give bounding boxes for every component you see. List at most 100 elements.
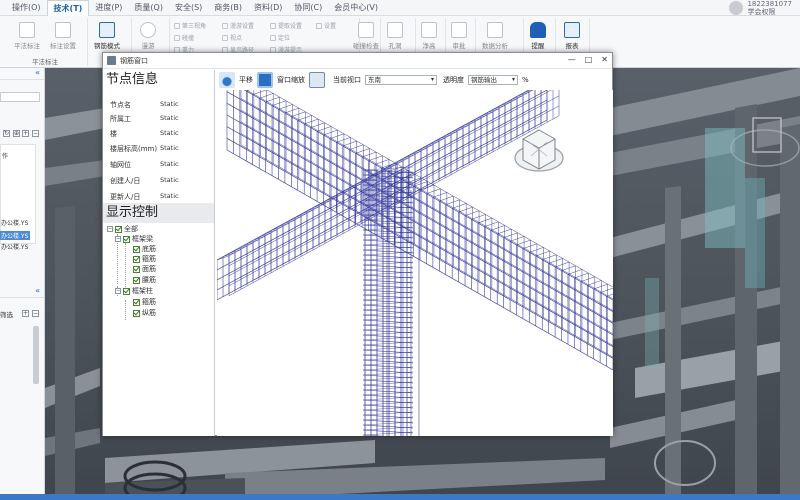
tree-node-column-stirrup[interactable]: 箍筋 bbox=[133, 297, 156, 307]
clear-height-button[interactable]: 净高 bbox=[421, 22, 437, 50]
checkbox[interactable] bbox=[133, 265, 140, 273]
refresh-icon[interactable]: ↻ bbox=[3, 130, 10, 137]
approve-icon bbox=[451, 22, 467, 38]
rebar-mode-button[interactable]: 钢筋模式 bbox=[94, 22, 120, 50]
screen-icon[interactable] bbox=[309, 72, 325, 88]
rebar-model bbox=[217, 90, 613, 436]
tree-row[interactable]: 作 bbox=[1, 151, 31, 160]
checkbox[interactable] bbox=[133, 298, 140, 306]
third-view-select[interactable]: 第三视角 bbox=[174, 21, 206, 30]
opacity-select[interactable]: 钢筋输出 bbox=[468, 75, 518, 85]
checkbox[interactable] bbox=[115, 225, 122, 233]
info-row: 楼 Static bbox=[110, 129, 179, 138]
hole-button[interactable]: 孔洞 bbox=[387, 22, 403, 50]
reminder-button[interactable]: 提醒 bbox=[530, 22, 546, 50]
menu-collaboration[interactable]: 协同(C) bbox=[288, 0, 328, 16]
viewpoint[interactable]: 视点 bbox=[222, 33, 242, 42]
zoom-label[interactable]: 窗口缩放 bbox=[277, 75, 305, 85]
collapse-icon[interactable]: « bbox=[35, 286, 40, 295]
roam-button[interactable]: 漫游 bbox=[140, 22, 156, 50]
eye-icon bbox=[222, 34, 228, 41]
rebar-scene[interactable] bbox=[217, 90, 613, 436]
scrollbar[interactable] bbox=[33, 326, 39, 384]
checkbox[interactable] bbox=[133, 309, 140, 317]
tree-row[interactable]: 办公楼.YS bbox=[0, 218, 30, 227]
project-tree: 作 bbox=[0, 144, 36, 244]
settings[interactable]: 设置 bbox=[316, 21, 336, 30]
tree-row[interactable]: 办公楼.YS bbox=[0, 242, 30, 251]
menu-documents[interactable]: 资料(D) bbox=[248, 0, 288, 16]
remove-icon[interactable]: − bbox=[32, 310, 39, 317]
collapse-icon[interactable]: « bbox=[35, 68, 40, 77]
filter-label: 筛选 bbox=[0, 311, 13, 319]
menu-bar: 操作(O) 技术(T) 进度(P) 质量(Q) 安全(S) 商务(B) 资料(D… bbox=[0, 0, 800, 16]
group-label: 平法标注 bbox=[32, 58, 58, 66]
close-button[interactable]: ✕ bbox=[601, 55, 608, 64]
add-icon[interactable]: + bbox=[22, 310, 29, 317]
checkbox[interactable] bbox=[133, 245, 140, 253]
tree-node-stirrup[interactable]: 箍筋 bbox=[133, 254, 156, 264]
project-select[interactable] bbox=[0, 92, 40, 102]
menu-business[interactable]: 商务(B) bbox=[208, 0, 248, 16]
minimize-button[interactable]: — bbox=[568, 55, 576, 64]
gear-icon bbox=[316, 22, 322, 29]
window-titlebar[interactable]: 钢筋窗口 — □ ✕ bbox=[103, 53, 612, 69]
collapse-icon[interactable]: − bbox=[115, 288, 121, 294]
window-title: 钢筋窗口 bbox=[120, 56, 148, 65]
data-analysis-button[interactable]: 数据分析 bbox=[482, 22, 508, 50]
info-row: 节点名 Static bbox=[110, 100, 179, 109]
menu-progress[interactable]: 进度(P) bbox=[89, 0, 128, 16]
collision-check-button[interactable]: 碰撞检查 bbox=[353, 22, 379, 50]
gear-icon bbox=[222, 22, 228, 29]
menu-safety[interactable]: 安全(S) bbox=[169, 0, 208, 16]
menu-operate[interactable]: 操作(O) bbox=[6, 0, 47, 16]
collapse-icon[interactable]: − bbox=[107, 226, 113, 232]
account-area[interactable]: 1822381077 学会权限 bbox=[729, 0, 792, 16]
tree-node-longitudinal-rebar[interactable]: 纵筋 bbox=[133, 308, 156, 318]
tree-node-waist-rebar[interactable]: 腰筋 bbox=[133, 275, 156, 285]
info-row: 创建人/日 Static bbox=[110, 176, 179, 185]
tree-node-top-rebar[interactable]: 面筋 bbox=[133, 264, 156, 274]
maximize-button[interactable]: □ bbox=[585, 55, 593, 64]
add-icon[interactable]: + bbox=[22, 130, 29, 137]
tree-node-all[interactable]: − 全部 bbox=[107, 224, 138, 234]
locate[interactable]: 定位 bbox=[270, 33, 290, 42]
tree-node-frame-column[interactable]: − 框架柱 bbox=[115, 286, 153, 296]
checkbox[interactable] bbox=[133, 276, 140, 284]
extract-settings[interactable]: 提取设置 bbox=[270, 21, 302, 30]
account-role: 学会权限 bbox=[747, 8, 776, 16]
approve-button[interactable]: 审批 bbox=[451, 22, 467, 50]
zoom-window-icon[interactable] bbox=[257, 72, 273, 88]
hand-icon[interactable] bbox=[219, 72, 235, 88]
account-id: 1822381077 bbox=[747, 0, 792, 8]
remove-icon[interactable]: − bbox=[32, 130, 39, 137]
menu-technology[interactable]: 技术(T) bbox=[46, 0, 90, 16]
info-row: 楼层标高(mm) Static bbox=[110, 144, 179, 153]
avatar[interactable] bbox=[729, 1, 744, 15]
menu-member-center[interactable]: 会员中心(V) bbox=[328, 0, 384, 16]
extract-icon bbox=[270, 22, 276, 29]
annotate-icon bbox=[19, 22, 35, 38]
opacity-label: 透明度 bbox=[443, 76, 464, 84]
collision-icon bbox=[358, 22, 374, 38]
collision-toggle[interactable]: 碰撞 bbox=[174, 33, 194, 42]
view-select[interactable]: 东南 bbox=[365, 75, 437, 85]
view-label: 当前视口 bbox=[333, 76, 361, 84]
checkbox[interactable] bbox=[123, 235, 130, 243]
node-info-title: 节点信息 bbox=[103, 70, 214, 90]
annotate-button[interactable]: 平法标注 bbox=[14, 22, 40, 50]
tree-node-frame-beam[interactable]: − 框架梁 bbox=[115, 234, 153, 244]
report-button[interactable]: 报表 bbox=[564, 22, 580, 50]
roam-settings[interactable]: 漫游设置 bbox=[222, 21, 254, 30]
pan-label[interactable]: 平移 bbox=[239, 75, 253, 85]
checkbox[interactable] bbox=[133, 255, 140, 263]
tree-node-bottom-rebar[interactable]: 底筋 bbox=[133, 244, 156, 254]
collapse-icon[interactable]: − bbox=[115, 236, 121, 242]
target-icon[interactable]: ⊕ bbox=[13, 130, 20, 137]
menu-quality[interactable]: 质量(Q) bbox=[128, 0, 169, 16]
tree-row-selected[interactable]: 办公楼.YS bbox=[0, 231, 30, 240]
status-bar bbox=[0, 494, 800, 500]
settings-icon bbox=[55, 22, 71, 38]
annotate-settings-button[interactable]: 标注设置 bbox=[50, 22, 76, 50]
checkbox[interactable] bbox=[123, 287, 130, 295]
